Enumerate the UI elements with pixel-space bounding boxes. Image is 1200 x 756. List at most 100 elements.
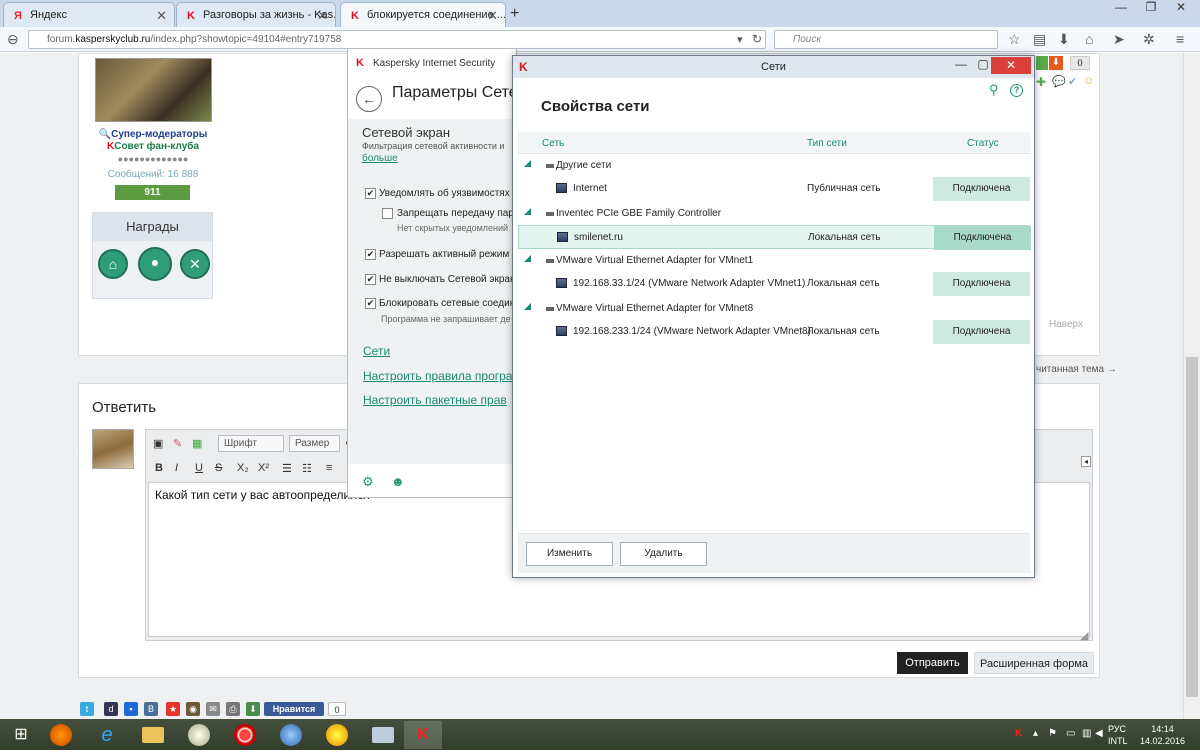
network-row[interactable]: 192.168.33.1/24 (VMware Network Adapter … bbox=[518, 272, 1030, 296]
new-tab-icon[interactable]: + bbox=[510, 5, 519, 23]
next-unread-link[interactable]: читанная тема → bbox=[1036, 364, 1117, 375]
group-vmnet8[interactable]: VMware Virtual Ethernet Adapter for VMne… bbox=[518, 298, 1030, 320]
collapse-triangle-icon[interactable] bbox=[524, 303, 531, 310]
collapse-triangle-icon[interactable] bbox=[524, 255, 531, 262]
tab-yandex[interactable]: Я Яндекс ✕ bbox=[3, 2, 175, 27]
more-link[interactable]: больше bbox=[362, 153, 398, 164]
packet-rules-link[interactable]: Настроить пакетные прав bbox=[363, 393, 507, 407]
minimize-icon[interactable]: — bbox=[949, 57, 973, 74]
award-tools-icon[interactable]: ✕ bbox=[180, 249, 210, 279]
smile-icon[interactable]: ☺ bbox=[1083, 75, 1094, 87]
vk-icon[interactable]: В bbox=[144, 702, 158, 716]
dropdown-icon[interactable]: ▾ bbox=[737, 33, 743, 46]
download-icon[interactable]: ⬇ bbox=[1058, 31, 1070, 48]
size-select[interactable]: Размер bbox=[289, 435, 340, 452]
align-left-icon[interactable]: ≡ bbox=[326, 462, 332, 474]
comment-icon[interactable]: 💬 bbox=[1052, 75, 1066, 88]
award-person-icon[interactable]: ● bbox=[138, 247, 172, 281]
checkbox-ftp[interactable]: ✔ bbox=[365, 249, 376, 260]
paint-icon[interactable] bbox=[180, 721, 218, 749]
numbered-list-icon[interactable]: ☷ bbox=[302, 462, 312, 475]
sun-app-icon[interactable] bbox=[318, 721, 356, 749]
close-icon[interactable]: ✕ bbox=[317, 8, 328, 24]
reload-icon[interactable]: ↻ bbox=[752, 32, 762, 46]
close-dialog-icon[interactable]: ✕ bbox=[991, 57, 1031, 74]
home-icon[interactable]: ⌂ bbox=[1085, 31, 1093, 47]
network-type[interactable]: Локальная сеть bbox=[807, 326, 880, 337]
facebook-like-button[interactable]: Нравится bbox=[264, 702, 324, 716]
save-icon[interactable]: ⬇ bbox=[246, 702, 260, 716]
internet-explorer-icon[interactable]: e bbox=[88, 721, 126, 749]
network-row-selected[interactable]: smilenet.ru Локальная сеть Подключена bbox=[518, 225, 1031, 250]
file-explorer-icon[interactable] bbox=[134, 721, 172, 749]
tab-active[interactable]: K блокируется соединение ... ✕ bbox=[340, 2, 506, 27]
underline-icon[interactable]: U bbox=[195, 462, 203, 474]
network-type[interactable]: Локальная сеть bbox=[807, 278, 880, 289]
settings-gear-icon[interactable]: ⚙ bbox=[362, 474, 374, 490]
share-other-icon[interactable]: ◉ bbox=[186, 702, 200, 716]
checkbox-password[interactable] bbox=[382, 208, 393, 219]
close-icon[interactable]: ✕ bbox=[487, 8, 498, 24]
download-addon-icon[interactable]: ⬇ bbox=[1049, 56, 1063, 70]
bookmark-star-icon[interactable]: ☆ bbox=[1008, 31, 1021, 48]
edit-button[interactable]: Изменить bbox=[526, 542, 613, 566]
star-share-icon[interactable]: ★ bbox=[166, 702, 180, 716]
scrollbar-thumb[interactable] bbox=[1186, 357, 1198, 697]
award-medal-icon[interactable]: ⌂ bbox=[98, 249, 128, 279]
checkbox-keep-firewall[interactable]: ✔ bbox=[365, 274, 376, 285]
digg-icon[interactable]: d bbox=[104, 702, 118, 716]
delicious-icon[interactable]: ▪ bbox=[124, 702, 138, 716]
group-inventec[interactable]: Inventec PCIe GBE Family Controller bbox=[518, 203, 1030, 225]
resize-handle-icon[interactable]: ◢ bbox=[1080, 629, 1088, 642]
help-icon[interactable]: ? bbox=[1010, 84, 1023, 97]
check-icon[interactable]: ✔ bbox=[1068, 75, 1077, 88]
send-button[interactable]: Отправить bbox=[897, 652, 968, 674]
page-scrollbar[interactable] bbox=[1183, 53, 1200, 720]
font-select[interactable]: Шрифт bbox=[218, 435, 284, 452]
strike-icon[interactable]: S bbox=[215, 462, 222, 474]
network-tray-icon[interactable]: ▥ bbox=[1082, 728, 1091, 739]
bold-icon[interactable]: B bbox=[155, 462, 163, 474]
opera-icon[interactable] bbox=[226, 721, 264, 749]
send-icon[interactable]: ➤ bbox=[1113, 31, 1125, 48]
flag-tray-icon[interactable]: ⚑ bbox=[1048, 728, 1057, 739]
close-window-icon[interactable]: ✕ bbox=[1166, 0, 1196, 18]
network-row[interactable]: Internet Публичная сеть Подключена bbox=[518, 177, 1030, 201]
network-type[interactable]: Публичная сеть bbox=[807, 183, 881, 194]
column-status[interactable]: Статус bbox=[967, 138, 999, 149]
extended-form-button[interactable]: Расширенная форма bbox=[974, 652, 1094, 674]
email-icon[interactable]: ✉ bbox=[206, 702, 220, 716]
user-avatar[interactable] bbox=[95, 58, 212, 122]
column-type[interactable]: Тип сети bbox=[807, 138, 847, 149]
close-icon[interactable]: ✕ bbox=[156, 8, 167, 24]
start-button[interactable]: ⊞ bbox=[2, 721, 40, 749]
checkbox-vulnerabilities[interactable]: ✔ bbox=[365, 188, 376, 199]
subscript-icon[interactable]: X₂ bbox=[237, 462, 249, 474]
superscript-icon[interactable]: X² bbox=[258, 462, 269, 474]
thunderbird-icon[interactable] bbox=[272, 721, 310, 749]
back-icon[interactable]: ⊖ bbox=[7, 31, 19, 48]
source-icon[interactable]: ▣ bbox=[153, 437, 163, 450]
green-addon-icon[interactable] bbox=[1036, 56, 1048, 70]
firefox-icon[interactable] bbox=[42, 721, 80, 749]
delete-button[interactable]: Удалить bbox=[620, 542, 707, 566]
kaspersky-taskbar-icon[interactable]: K bbox=[404, 721, 442, 749]
group-other-networks[interactable]: Другие сети bbox=[518, 155, 1030, 177]
user-group[interactable]: 🔍Супер-модераторы bbox=[92, 129, 214, 140]
search-input[interactable]: Поиск bbox=[774, 30, 998, 49]
table-icon[interactable]: ▦ bbox=[192, 437, 202, 450]
bullet-list-icon[interactable]: ☰ bbox=[282, 462, 292, 475]
monitor-tray-icon[interactable]: ▭ bbox=[1066, 728, 1075, 739]
address-bar[interactable]: forum.kasperskyclub.ru/index.php?showtop… bbox=[28, 30, 766, 49]
eraser-icon[interactable]: ✎ bbox=[173, 437, 182, 450]
plus-icon[interactable]: ✚ bbox=[1036, 75, 1046, 89]
addon-icon[interactable]: ✲ bbox=[1143, 31, 1155, 48]
tray-expand-icon[interactable]: ▴ bbox=[1033, 728, 1038, 739]
menu-icon[interactable]: ≡ bbox=[1176, 31, 1184, 47]
clock[interactable]: 14:14 14.02.2016 bbox=[1135, 723, 1190, 747]
reading-list-icon[interactable]: ▤ bbox=[1033, 31, 1046, 48]
italic-icon[interactable]: I bbox=[175, 462, 178, 474]
twitter-icon[interactable]: t bbox=[80, 702, 94, 716]
collapse-triangle-icon[interactable] bbox=[524, 208, 531, 215]
networks-link[interactable]: Сети bbox=[363, 344, 390, 358]
